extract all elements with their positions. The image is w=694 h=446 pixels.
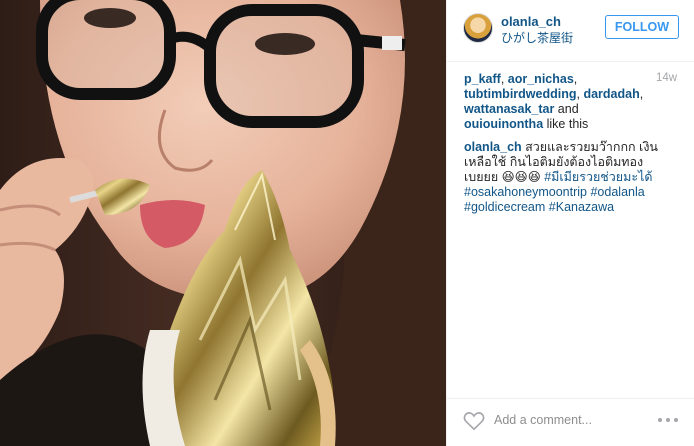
heart-icon[interactable]: [463, 411, 485, 431]
liker-link[interactable]: tubtimbirdwedding: [464, 87, 576, 101]
hashtag-link[interactable]: #osakahoneymoontrip: [464, 185, 587, 199]
post-sidebar: olanla_ch ひがし茶屋街 FOLLOW p_kaff, aor_nich…: [446, 0, 694, 446]
likes-and-text: and: [554, 102, 579, 116]
likes-separator: ,: [639, 87, 644, 101]
liker-link[interactable]: aor_nichas: [508, 72, 574, 86]
likes-suffix: like this: [543, 117, 589, 131]
username-link[interactable]: olanla_ch: [501, 14, 561, 29]
post-header: olanla_ch ひがし茶屋街 FOLLOW: [447, 0, 694, 62]
liker-link[interactable]: dardadah: [583, 87, 639, 101]
post-photo[interactable]: [0, 0, 446, 446]
post-time[interactable]: 14w: [656, 72, 677, 84]
likes-separator: ,: [500, 72, 508, 86]
more-options-icon[interactable]: [657, 413, 679, 427]
liker-link[interactable]: ouiouinontha: [464, 117, 543, 131]
likes-separator: ,: [573, 72, 578, 86]
comment-input[interactable]: [494, 409, 644, 431]
follow-button[interactable]: FOLLOW: [605, 15, 679, 39]
hashtag-link[interactable]: #มีเมียรวยช่วยมะได้: [544, 170, 652, 184]
likes-summary: p_kaff, aor_nichas, tubtimbirdwedding, d…: [464, 72, 656, 132]
hashtag-link[interactable]: #odalanla: [590, 185, 644, 199]
liker-link[interactable]: wattanasak_tar: [464, 102, 554, 116]
liker-link[interactable]: p_kaff: [464, 72, 501, 86]
comment-bar: [447, 398, 694, 446]
location-link[interactable]: ひがし茶屋街: [501, 29, 573, 46]
caption: olanla_ch สวยและรวยมว๊ากกก เงินเหลือใช้ …: [464, 140, 679, 215]
hashtag-link[interactable]: #Kanazawa: [549, 200, 614, 214]
hashtag-link[interactable]: #goldicecream: [464, 200, 545, 214]
caption-username-link[interactable]: olanla_ch: [464, 140, 522, 154]
instagram-post: olanla_ch ひがし茶屋街 FOLLOW p_kaff, aor_nich…: [0, 0, 694, 446]
profile-avatar-icon[interactable]: [463, 13, 493, 43]
photo-illustration: [0, 0, 446, 446]
